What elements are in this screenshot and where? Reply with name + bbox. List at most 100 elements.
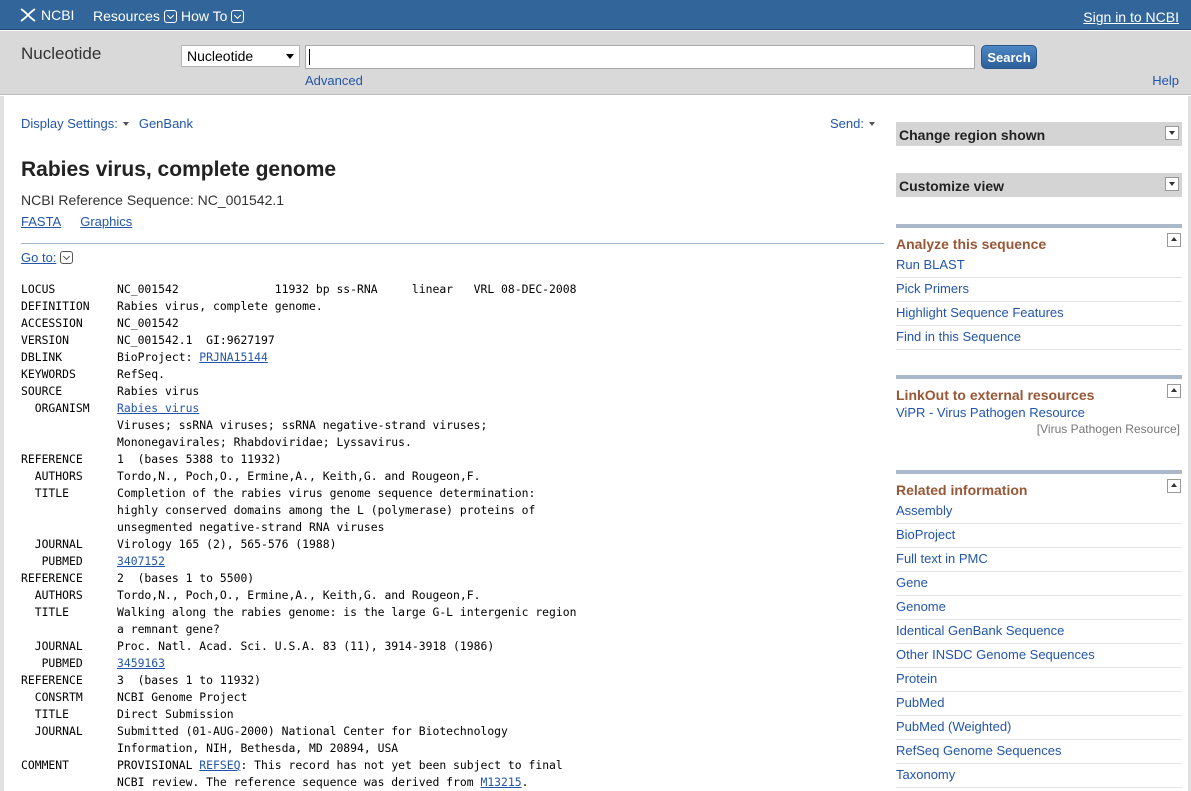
collapse-icon[interactable] [1167,233,1181,247]
related-item-link[interactable]: Genome [896,596,1182,620]
related-item-link[interactable]: BioProject [896,524,1182,548]
analyze-item-link[interactable]: Run BLAST [896,254,1182,278]
display-settings[interactable]: Display Settings: GenBank [21,116,193,131]
genbank-value-text: Tordo,N., Poch,O., Ermine,A., Keith,G. a… [117,469,481,483]
change-region-panel[interactable]: Change region shown [896,122,1182,146]
linkout-title: LinkOut to external resources [896,379,1182,405]
expand-icon[interactable] [1165,177,1179,191]
genbank-value: NCBI review. The reference sequence was … [117,774,528,791]
genbank-value: Direct Submission [117,706,234,723]
genbank-line: COMMENT PROVISIONAL REFSEQ: This record h… [21,757,576,774]
genbank-value: 3459163 [117,655,165,672]
sign-in-link[interactable]: Sign in to NCBI [1083,9,1179,25]
graphics-link[interactable]: Graphics [80,214,132,229]
genbank-value: Viruses; ssRNA viruses; ssRNA negative-s… [117,417,487,434]
genbank-value: 1 (bases 5388 to 11932) [117,451,282,468]
genbank-link[interactable]: PRJNA15144 [199,350,268,364]
resources-menu[interactable]: Resources [93,8,177,24]
genbank-value: Rabies virus, complete genome. [117,298,323,315]
genbank-key: TITLE [21,605,70,619]
linkout-vipr-link[interactable]: ViPR - Virus Pathogen Resource [896,405,1182,422]
genbank-link[interactable]: Rabies virus [117,401,199,415]
genbank-value: BioProject: PRJNA15144 [117,349,268,366]
genbank-value: Proc. Natl. Acad. Sci. U.S.A. 83 (11), 3… [117,638,494,655]
related-item-link[interactable]: Full text in PMC [896,548,1182,572]
related-item-link[interactable]: Other INSDC Genome Sequences [896,644,1182,668]
genbank-link[interactable]: 3459163 [117,656,165,670]
genbank-line: ACCESSION NC_001542 [21,315,576,332]
genbank-line: Mononegavirales; Rhabdoviridae; Lyssavir… [21,434,576,451]
genbank-key: DEFINITION [21,299,90,313]
genbank-value: Tordo,N., Poch,O., Ermine,A., Keith,G. a… [117,468,480,485]
genbank-link[interactable]: 3407152 [117,554,165,568]
genbank-line: Information, NIH, Bethesda, MD 20894, US… [21,740,576,757]
goto-menu[interactable]: Go to: [21,250,74,265]
resources-label: Resources [93,8,160,24]
display-format: GenBank [138,116,194,131]
related-item-link[interactable]: Protein [896,668,1182,692]
howto-menu[interactable]: How To [181,8,245,24]
genbank-value-text: Viruses; ssRNA viruses; ssRNA negative-s… [117,418,488,432]
advanced-search-link[interactable]: Advanced [305,73,363,88]
expand-icon[interactable] [1165,126,1179,140]
page-left-border [0,96,4,791]
search-button[interactable]: Search [981,45,1037,69]
genbank-key [21,434,117,451]
genbank-value: Mononegavirales; Rhabdoviridae; Lyssavir… [117,434,412,451]
related-item-link[interactable]: Gene [896,572,1182,596]
genbank-value-text: 2 (bases 1 to 5500) [117,571,255,585]
related-section: Related information Assembly BioProject Fu… [896,470,1182,788]
send-menu[interactable]: Send: [830,116,875,131]
linkout-section: LinkOut to external resources ViPR - Vir… [896,375,1182,436]
refseq-id: NCBI Reference Sequence: NC_001542.1 [21,192,285,208]
analyze-item-link[interactable]: Find in this Sequence [896,326,1182,350]
genbank-key: TITLE [21,486,70,500]
genbank-key: DBLINK [21,350,63,364]
genbank-value: Information, NIH, Bethesda, MD 20894, US… [117,740,398,757]
linkout-title-text: LinkOut to external resources [896,387,1095,403]
related-item-link[interactable]: PubMed [896,692,1182,716]
related-item-link[interactable]: RefSeq Genome Sequences [896,740,1182,764]
genbank-line: NCBI review. The reference sequence was … [21,774,576,791]
genbank-record: LOCUS NC_001542 11932 bp ss-RNA linear VR… [21,281,576,791]
genbank-value-text: Direct Submission [117,707,234,721]
genbank-value-text: highly conserved domains among the L (po… [117,503,536,517]
genbank-line: Viruses; ssRNA viruses; ssRNA negative-s… [21,417,576,434]
genbank-value: a remnant gene? [117,621,220,638]
fasta-link[interactable]: FASTA [21,214,61,229]
related-item-link[interactable]: PubMed (Weighted) [896,716,1182,740]
genbank-key [21,740,117,757]
genbank-line: ORGANISM Rabies virus [21,400,576,417]
collapse-icon[interactable] [1167,479,1181,493]
database-select[interactable]: Nucleotide [181,45,300,67]
ncbi-logo[interactable]: NCBI [19,5,74,25]
customize-view-title: Customize view [899,178,1005,194]
chevron-down-icon [231,9,245,23]
related-item-link[interactable]: Identical GenBank Sequence [896,620,1182,644]
analyze-item-link[interactable]: Pick Primers [896,278,1182,302]
customize-view-panel[interactable]: Customize view [896,173,1182,197]
genbank-line: TITLE Completion of the rabies virus geno… [21,485,576,502]
genbank-value: NC_001542.1 GI:9627197 [117,332,275,349]
genbank-key: ACCESSION [21,316,83,330]
genbank-key: KEYWORDS [21,367,76,381]
help-link[interactable]: Help [1152,73,1179,88]
howto-label: How To [181,8,228,24]
related-item-link[interactable]: Taxonomy [896,764,1182,788]
genbank-value-text: Walking along the rabies genome: is the … [117,605,577,619]
search-input[interactable] [305,45,975,69]
analyze-list: Run BLAST Pick Primers Highlight Sequence … [896,254,1182,350]
genbank-value: Completion of the rabies virus genome se… [117,485,535,502]
genbank-link[interactable]: REFSEQ [199,758,240,772]
genbank-line: REFERENCE 2 (bases 1 to 5500) [21,570,576,587]
related-item-link[interactable]: Assembly [896,500,1182,524]
genbank-value: Rabies virus [117,400,199,417]
send-label: Send: [830,116,864,131]
genbank-key: LOCUS [21,282,56,296]
collapse-icon[interactable] [1167,384,1181,398]
genbank-link[interactable]: M13215 [480,775,521,789]
ncbi-header-bar: NCBI Resources How To Sign in to NCBI [0,0,1191,30]
analyze-item-link[interactable]: Highlight Sequence Features [896,302,1182,326]
genbank-line: REFERENCE 1 (bases 5388 to 11932) [21,451,576,468]
related-title: Related information [896,474,1182,500]
